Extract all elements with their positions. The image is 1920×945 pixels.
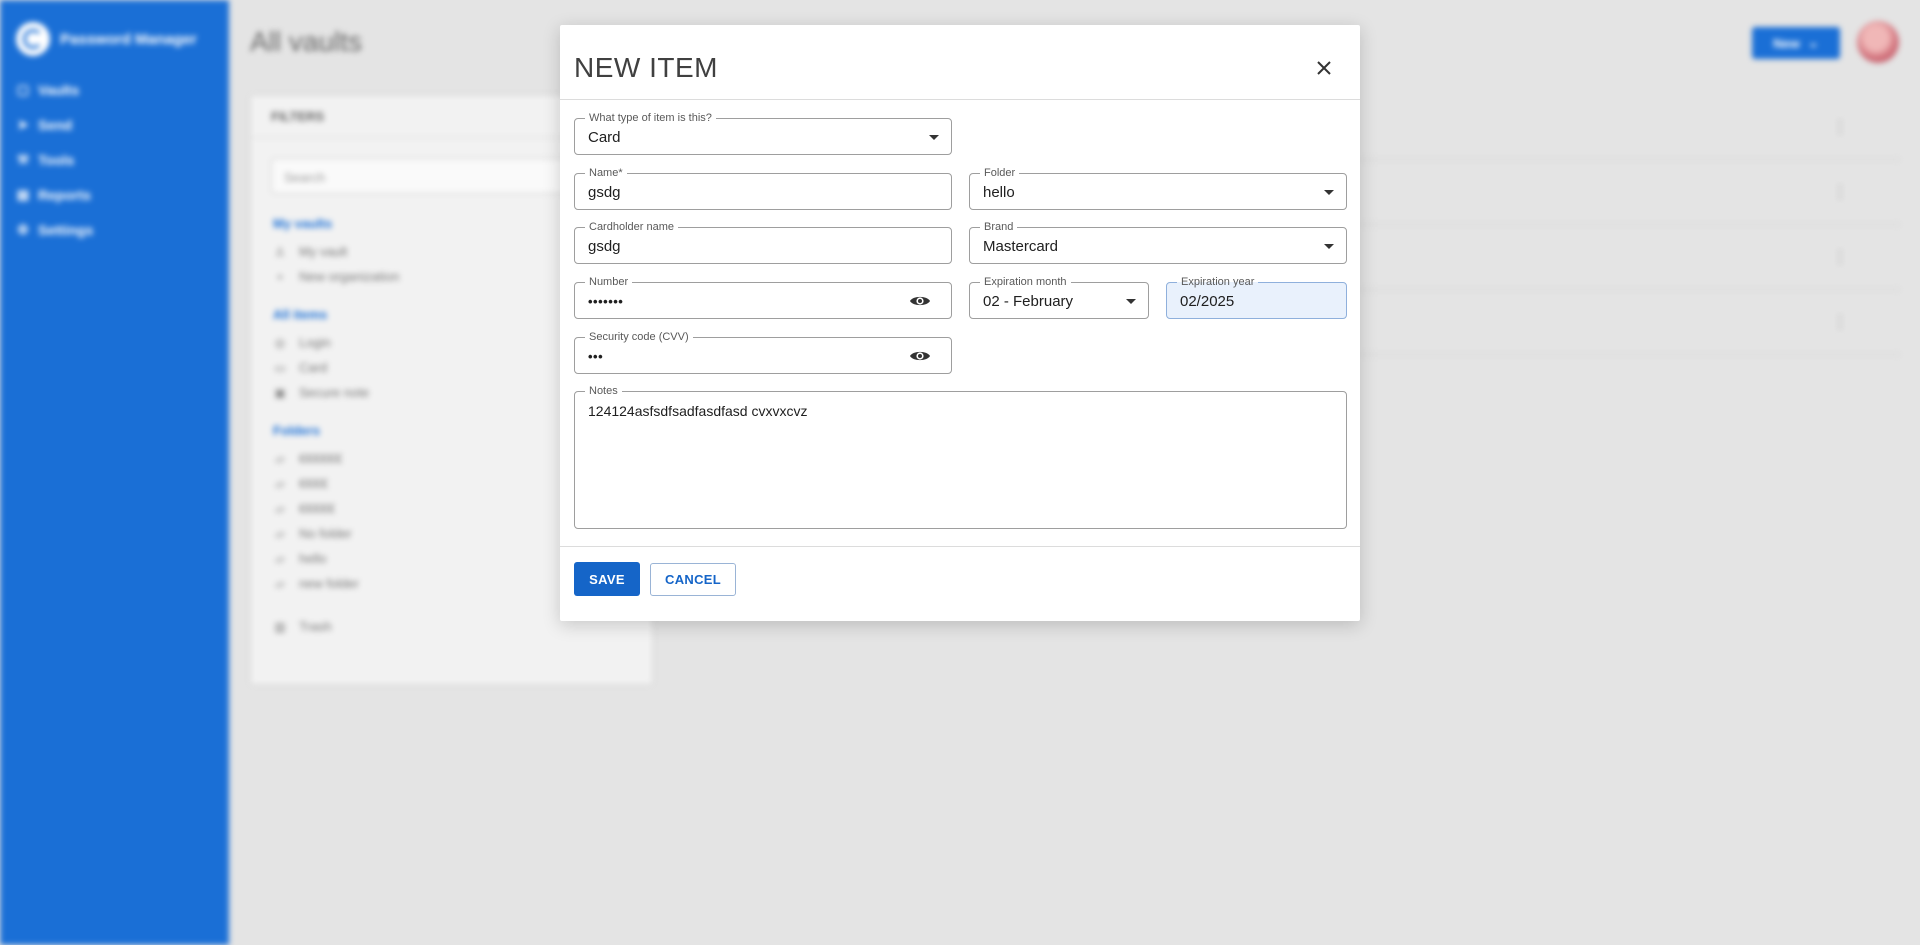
dropdown-arrow-icon [929, 135, 939, 140]
dialog-title: NEW ITEM [574, 52, 718, 83]
folder-icon: ▱ [275, 551, 285, 566]
new-item-dialog: NEW ITEM What type of item is this? Card… [560, 25, 1360, 621]
sidebar-item-label: Tools [38, 151, 75, 168]
security-code-field[interactable]: Security code (CVV) ••• [574, 330, 952, 374]
dropdown-arrow-icon [1126, 299, 1136, 304]
folder-label: Folder [980, 166, 1020, 180]
filter-item-label: €€€€€ [299, 501, 336, 516]
sidebar: Password Manager ▢ Vaults ➤ Send ⚒ Tools… [0, 0, 229, 945]
card-number-value: ••••••• [588, 294, 624, 309]
page-title: All vaults [250, 26, 363, 57]
card-number-field[interactable]: Number ••••••• [574, 275, 952, 319]
filter-item-label: Trash [299, 619, 332, 634]
globe-icon: ◎ [274, 335, 286, 350]
notes-textarea[interactable]: Notes 124124asfsdfsadfasdfasd cvxvxcvz [574, 384, 1347, 529]
brand-label: Brand [980, 220, 1018, 234]
filter-item-label: €€€€€€ [299, 451, 343, 466]
sidebar-item-label: Settings [38, 221, 94, 238]
expiration-year-label: Expiration year [1177, 275, 1259, 289]
filter-item-label: hello [299, 551, 327, 566]
eye-icon[interactable] [909, 293, 931, 309]
eye-icon[interactable] [909, 348, 931, 364]
filter-item-label: Secure note [299, 385, 370, 400]
card-number-label: Number [585, 275, 633, 289]
brand-name: Password Manager [60, 30, 197, 48]
sidebar-item-vaults[interactable]: ▢ Vaults [0, 72, 229, 107]
chevron-down-icon: ⌄ [1807, 35, 1819, 50]
cancel-button[interactable]: CANCEL [650, 563, 736, 596]
cardholder-name-value: gsdg [588, 238, 621, 255]
card-icon: ▭ [274, 360, 286, 375]
dropdown-arrow-icon [1324, 244, 1334, 249]
cardholder-name-field[interactable]: Cardholder name gsdg [574, 220, 952, 264]
dialog-footer-divider [560, 546, 1360, 547]
trash-icon: ▥ [274, 619, 286, 634]
note-icon: ▣ [274, 385, 286, 400]
security-code-value: ••• [588, 349, 604, 364]
name-label: Name* [585, 166, 627, 180]
folder-icon: ▱ [275, 526, 285, 541]
logo-icon [16, 22, 50, 56]
folder-icon: ▱ [275, 451, 285, 466]
sidebar-item-label: Reports [38, 186, 91, 203]
brand: Password Manager [0, 0, 229, 56]
sidebar-item-label: Vaults [38, 81, 80, 98]
filter-item-label: No folder [299, 526, 352, 541]
filter-item-label: My vault [299, 244, 348, 259]
brand-value: Mastercard [983, 238, 1059, 255]
new-button[interactable]: New ⌄ [1752, 27, 1840, 59]
dropdown-arrow-icon [1324, 190, 1334, 195]
sidebar-item-settings[interactable]: ⚙ Settings [0, 212, 229, 247]
brand-select[interactable]: Brand Mastercard [969, 220, 1347, 264]
send-icon: ➤ [17, 116, 29, 132]
sidebar-item-send[interactable]: ➤ Send [0, 107, 229, 142]
sidebar-item-tools[interactable]: ⚒ Tools [0, 142, 229, 177]
item-type-value: Card [588, 129, 621, 146]
filter-item-label: New organization [299, 269, 400, 284]
name-value: gsdg [588, 184, 621, 201]
folder-icon: ▱ [275, 501, 285, 516]
plus-icon: + [276, 269, 284, 284]
expiration-month-value: 02 - February [983, 293, 1074, 310]
item-type-select[interactable]: What type of item is this? Card [574, 111, 952, 155]
close-icon[interactable] [1312, 56, 1336, 80]
dialog-header: NEW ITEM [560, 25, 1360, 100]
notes-label: Notes [585, 384, 622, 398]
new-button-label: New [1773, 35, 1800, 51]
user-icon: ♙ [274, 244, 286, 259]
name-field[interactable]: Name* gsdg [574, 166, 952, 210]
filter-item-label: Card [299, 360, 328, 375]
expiration-year-field[interactable]: Expiration year 02/2025 [1166, 275, 1347, 319]
filter-item-label: Login [299, 335, 331, 350]
expiration-month-select[interactable]: Expiration month 02 - February [969, 275, 1149, 319]
tools-icon: ⚒ [17, 151, 29, 167]
avatar[interactable] [1857, 21, 1899, 63]
sidebar-item-reports[interactable]: ▤ Reports [0, 177, 229, 212]
expiration-month-label: Expiration month [980, 275, 1071, 289]
folder-select[interactable]: Folder hello [969, 166, 1347, 210]
expiration-year-value: 02/2025 [1180, 293, 1235, 310]
item-type-label: What type of item is this? [585, 111, 716, 125]
filter-item-label: €€€€ [299, 476, 328, 491]
security-code-label: Security code (CVV) [585, 330, 693, 344]
save-button[interactable]: SAVE [574, 562, 640, 596]
filter-item-label: new folder [299, 576, 359, 591]
folder-icon: ▱ [275, 476, 285, 491]
cardholder-name-label: Cardholder name [585, 220, 678, 234]
notes-value: 124124asfsdfsadfasdfasd cvxvxcvz [588, 403, 808, 419]
sidebar-nav: ▢ Vaults ➤ Send ⚒ Tools ▤ Reports ⚙ Sett… [0, 72, 229, 247]
sidebar-item-label: Send [38, 116, 73, 133]
vault-icon: ▢ [16, 81, 30, 97]
folder-icon: ▱ [275, 576, 285, 591]
settings-icon: ⚙ [17, 221, 29, 237]
folder-value: hello [983, 184, 1015, 201]
reports-icon: ▤ [16, 186, 30, 202]
